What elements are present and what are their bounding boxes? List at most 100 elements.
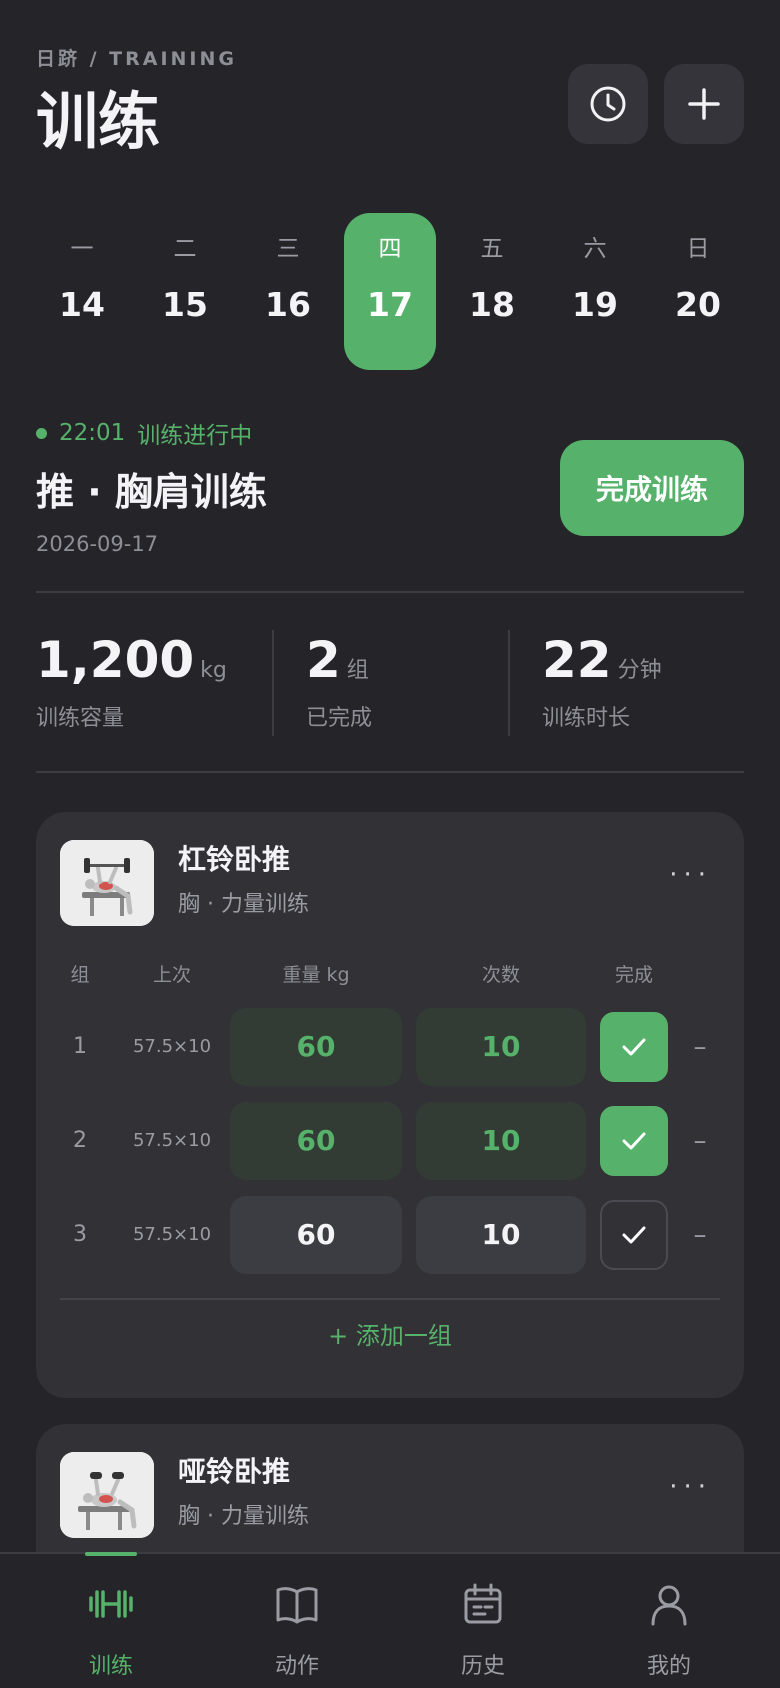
stat-value: 2: [306, 631, 341, 689]
day-tue[interactable]: 二 15: [139, 213, 231, 370]
nav-item-training[interactable]: 训练: [18, 1552, 204, 1688]
day-sun[interactable]: 日 20: [652, 213, 744, 370]
week-selector: 一 14 二 15 三 16 四 17 五 18 六 19 日 20: [36, 213, 744, 370]
divider: [36, 591, 744, 593]
finish-workout-button[interactable]: 完成训练: [560, 440, 744, 536]
set-row: 1 57.5×10 60 10 –: [36, 1008, 744, 1086]
remove-set-button[interactable]: –: [680, 1102, 720, 1180]
previous-value: 57.5×10: [132, 1130, 212, 1151]
nav-item-profile[interactable]: 我的: [576, 1554, 762, 1688]
exercise-category: 胸 · 力量训练: [178, 1504, 309, 1529]
header-reps: 次数: [481, 964, 520, 986]
stat-sets: 2组 已完成: [306, 630, 372, 732]
dumbbell-icon: [89, 1590, 133, 1618]
day-sat[interactable]: 六 19: [549, 213, 641, 370]
day-number: 17: [367, 285, 413, 324]
add-workout-button[interactable]: [664, 64, 744, 144]
remove-set-button[interactable]: –: [680, 1196, 720, 1274]
day-thu-selected[interactable]: 四 17: [344, 213, 436, 370]
exercise-thumbnail[interactable]: [60, 1452, 154, 1538]
complete-set-checkbox[interactable]: [600, 1200, 668, 1270]
live-dot: [36, 427, 47, 439]
more-options-button[interactable]: ···: [669, 1472, 712, 1502]
stat-label: 训练容量: [36, 706, 125, 731]
header-previous: 上次: [152, 964, 191, 986]
day-of-week: 五: [480, 236, 504, 262]
stat-duration: 22 分钟 训练时长: [542, 630, 662, 732]
nav-item-history[interactable]: 历史: [390, 1554, 576, 1688]
clock-icon: [590, 86, 626, 122]
nav-item-exercises[interactable]: 动作: [204, 1554, 390, 1688]
day-of-week: 四: [378, 236, 402, 262]
header-done: 完成: [614, 964, 653, 986]
app-brand: 日跻 / TRAINING: [36, 48, 238, 70]
history-button[interactable]: [568, 64, 648, 144]
day-number: 14: [59, 285, 105, 324]
exercise-category: 胸 · 力量训练: [178, 892, 309, 917]
check-icon: [622, 1038, 646, 1056]
previous-value: 57.5×10: [132, 1224, 212, 1245]
nav-label: 历史: [460, 1654, 505, 1679]
bottom-nav: 训练 动作 历史 我的: [0, 1552, 780, 1688]
day-wed[interactable]: 三 16: [242, 213, 334, 370]
day-number: 20: [675, 285, 721, 324]
nav-label: 训练: [88, 1654, 133, 1679]
exercise-card: 杠铃卧推 胸 · 力量训练 ··· 组 上次 重量 kg 次数 完成 1 57.…: [36, 812, 744, 1398]
weight-input[interactable]: 60: [230, 1102, 402, 1180]
exercise-name: 哑铃卧推: [178, 1455, 291, 1488]
stat-unit: 组: [346, 658, 369, 683]
complete-set-checkbox[interactable]: [600, 1106, 668, 1176]
set-index: 2: [73, 1128, 87, 1153]
stat-volume: 1,200 kg 训练容量: [36, 630, 227, 732]
day-number: 18: [469, 285, 515, 324]
stat-label: 训练时长: [542, 706, 631, 731]
stat-unit: 分钟: [617, 658, 662, 683]
set-index: 1: [73, 1034, 87, 1059]
reps-input[interactable]: 10: [416, 1102, 586, 1180]
remove-set-button[interactable]: –: [680, 1008, 720, 1086]
calendar-icon: [464, 1583, 502, 1624]
day-fri[interactable]: 五 18: [446, 213, 538, 370]
weight-input[interactable]: 60: [230, 1008, 402, 1086]
day-of-week: 三: [276, 236, 300, 262]
session-title: 推 · 胸肩训练: [36, 470, 267, 514]
set-row: 2 57.5×10 60 10 –: [36, 1102, 744, 1180]
exercise-thumbnail[interactable]: [60, 840, 154, 926]
book-icon: [276, 1587, 318, 1624]
plus-icon: [688, 88, 720, 120]
workout-page: 日跻 / TRAINING 训练 一 14 二 15 三 16 四 17 五 1…: [0, 0, 780, 1688]
day-of-week: 二: [173, 236, 197, 262]
exercise-name: 杠铃卧推: [178, 843, 291, 876]
day-number: 19: [572, 285, 618, 324]
previous-value: 57.5×10: [132, 1036, 212, 1057]
reps-input[interactable]: 10: [416, 1008, 586, 1086]
day-number: 15: [162, 285, 208, 324]
set-index: 3: [73, 1222, 87, 1247]
stat-value: 1,200: [36, 631, 195, 689]
add-set-button[interactable]: + 添加一组: [36, 1318, 744, 1354]
check-icon: [622, 1132, 646, 1150]
session-status: 22:01 训练进行中: [36, 418, 253, 449]
day-of-week: 六: [583, 236, 607, 262]
dumbbell-press-figure-icon: [60, 1452, 154, 1538]
stat-value: 22: [542, 631, 612, 689]
complete-set-checkbox[interactable]: [600, 1012, 668, 1082]
stat-unit: kg: [200, 658, 227, 683]
stat-label: 已完成: [306, 706, 373, 731]
nav-label: 我的: [646, 1654, 691, 1679]
reps-input[interactable]: 10: [416, 1196, 586, 1274]
divider: [60, 1298, 720, 1300]
divider: [508, 630, 510, 736]
set-row: 3 57.5×10 60 10 –: [36, 1196, 744, 1274]
day-of-week: 一: [70, 236, 94, 262]
day-mon[interactable]: 一 14: [36, 213, 128, 370]
nav-label: 动作: [274, 1654, 319, 1679]
divider: [272, 630, 274, 736]
person-icon: [651, 1585, 687, 1626]
status-text: 训练进行中: [137, 423, 253, 449]
divider: [36, 771, 744, 773]
more-options-button[interactable]: ···: [669, 860, 712, 890]
elapsed-time: 22:01: [59, 420, 126, 446]
weight-input[interactable]: 60: [230, 1196, 402, 1274]
bench-press-figure-icon: [60, 840, 154, 926]
